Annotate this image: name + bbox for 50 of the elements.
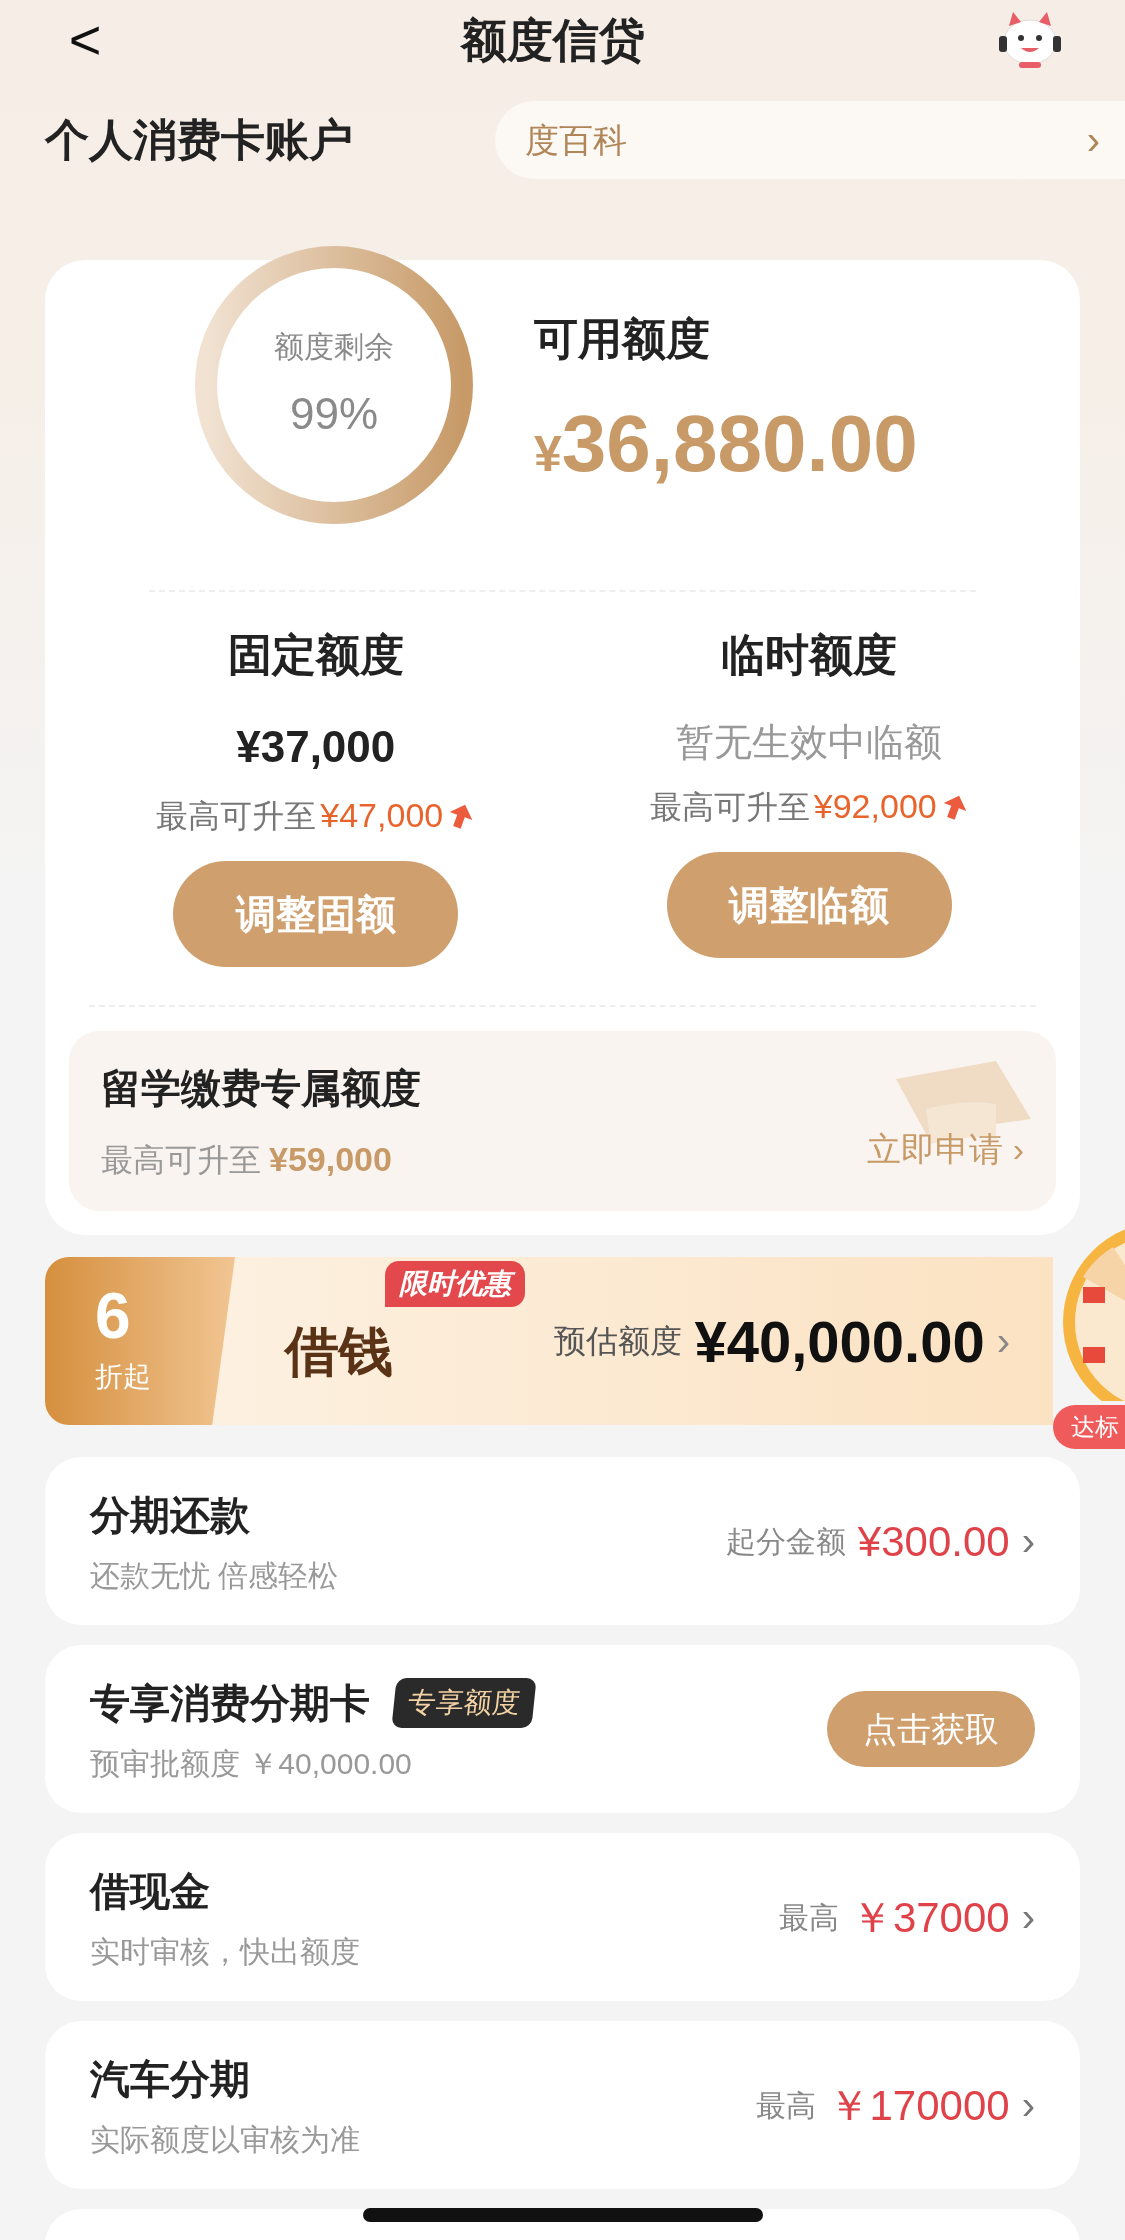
upgrade-amount: ¥92,000 [813,786,937,827]
chevron-icon: › [1021,1887,1035,1947]
product-label: 起分金额 [725,1523,846,1560]
study-label: 最高可升至 [101,1140,261,1180]
product-title: 分期还款 [90,1491,250,1539]
quota-title: 临时额度 [721,629,898,681]
available-amount: ¥36,880.00 [534,398,918,490]
target-badge: 达标 [1053,1405,1125,1449]
study-amount: ¥59,000 [269,1138,392,1180]
promo-banner[interactable]: 6 折起 借钱 限时优惠 预估额度 ¥40,000.00 › [45,1257,1053,1425]
study-card[interactable]: 留学缴费专属额度 最高可升至 ¥59,000 立即申请 › [69,1031,1056,1211]
promo-tag: 限时优惠 [385,1260,525,1307]
ring-label: 额度剩余 [274,328,394,365]
upgrade-amount: ¥47,000 [320,795,444,836]
page-title: 额度信贷 [460,12,645,68]
upgrade-label: 最高可升至 [156,796,317,836]
product-subtitle: 预审批额度 ￥40,000.00 [90,1745,413,1782]
product-title: 借现金 [90,1867,210,1915]
product-subtitle: 实际额度以审核为准 [90,2121,360,2158]
estimate-label: 预估额度 [554,1322,683,1361]
product-card[interactable]: 分期还款 还款无忧 倍感轻松 起分金额 ¥300.00 › [45,1457,1080,1625]
chevron-icon: › [1021,1511,1035,1571]
product-card[interactable]: 专享消费分期卡 专享额度 预审批额度 ￥40,000.00 点击获取 [45,1645,1080,1813]
estimate-amount: ¥40,000.00 [694,1307,985,1376]
product-title: 专享消费分期卡 [90,1679,370,1727]
product-label: 最高 [755,2087,816,2124]
product-card[interactable]: 汽车分期 实际额度以审核为准 最高 ￥170000 › [45,2021,1080,2189]
product-amount: ￥170000 [827,2080,1010,2131]
available-label: 可用额度 [534,313,711,365]
product-card[interactable]: 借现金 实时审核，快出额度 最高 ￥37000 › [45,1833,1080,2001]
study-title: 留学缴费专属额度 [101,1064,421,1112]
product-label: 最高 [778,1899,839,1936]
product-subtitle: 还款无忧 倍感轻松 [90,1557,339,1594]
quota-title: 固定额度 [227,629,404,681]
discount-unit: 折起 [95,1360,152,1394]
discount-number: 6 [95,1284,132,1348]
chevron-icon: › [1021,2075,1035,2135]
ring-percent: 99% [289,387,379,440]
upgrade-label: 最高可升至 [649,787,810,827]
product-subtitle: 实时审核，快出额度 [90,1933,360,1970]
quota-note: 暂无生效中临额 [676,720,943,765]
product-amount: ￥37000 [850,1892,1010,1943]
back-button[interactable]: < [60,12,110,68]
quota-amount: ¥37,000 [236,721,396,773]
loan-title: 借钱 [285,1318,393,1383]
product-amount: ¥300.00 [857,1516,1010,1567]
section-title: 个人消费卡账户 [45,114,353,166]
chevron-icon: › [996,1311,1010,1371]
product-tag: 专享额度 [391,1677,537,1728]
product-title: 汽车分期 [90,2055,250,2103]
